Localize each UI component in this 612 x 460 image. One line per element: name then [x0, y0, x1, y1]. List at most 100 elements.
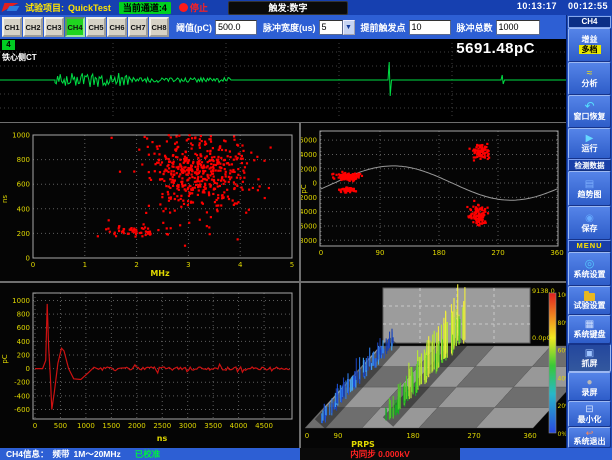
svg-text:-6000: -6000	[301, 222, 317, 230]
svg-text:20%: 20%	[558, 403, 567, 410]
system-settings-button[interactable]: ◎ 系统设置	[568, 252, 611, 286]
svg-text:180: 180	[432, 249, 445, 257]
svg-text:60%: 60%	[558, 348, 567, 355]
svg-text:1000: 1000	[77, 422, 95, 430]
screen-capture-button[interactable]: ▣ 抓屏	[568, 344, 611, 373]
svg-text:ns: ns	[157, 434, 168, 443]
elapsed-time: 00:12:55	[568, 1, 608, 11]
exit-icon: ↩	[586, 429, 594, 437]
save-icon: ◉	[585, 213, 594, 224]
svg-text:6000: 6000	[301, 137, 317, 145]
channel-button-ch1[interactable]: CH1	[2, 17, 22, 37]
clock: 10:13:17 00:12:55	[509, 1, 608, 11]
minimize-button[interactable]: ⊟ 最小化	[568, 401, 611, 427]
project-name: QuickTest	[68, 3, 111, 13]
play-icon: ▶	[586, 133, 594, 144]
svg-text:600: 600	[17, 324, 30, 332]
pretrigger-label: 提前触发点	[361, 21, 406, 34]
project-label: 试验项目:	[25, 1, 64, 14]
svg-text:2000: 2000	[128, 422, 146, 430]
run-button[interactable]: ▶ 运行	[568, 128, 611, 160]
screenshot-icon: ▣	[585, 348, 594, 359]
save-button[interactable]: ◉ 保存	[568, 206, 611, 240]
pretrigger-input[interactable]	[409, 20, 451, 35]
svg-text:180: 180	[406, 432, 419, 440]
gain-button[interactable]: 增益 多档	[568, 28, 611, 62]
sync-voltage-readout: 内同步 0.000kV	[300, 448, 460, 460]
svg-text:90: 90	[376, 249, 385, 257]
channel-button-ch2[interactable]: CH2	[23, 17, 43, 37]
svg-text:1000: 1000	[12, 132, 30, 140]
channel-info-label: CH4信息：	[6, 448, 49, 460]
svg-text:4500: 4500	[255, 422, 273, 430]
svg-text:2500: 2500	[153, 422, 171, 430]
svg-text:40%: 40%	[558, 375, 567, 382]
time-of-day: 10:13:17	[517, 1, 557, 11]
svg-text:-8000: -8000	[301, 237, 317, 245]
svg-text:270: 270	[467, 432, 480, 440]
threshold-input[interactable]	[215, 20, 257, 35]
folder-icon	[584, 293, 595, 301]
channel-number-badge: 4	[2, 40, 15, 50]
toolbar: CH1 CH2 CH3 CH4 CH5 CH6 CH7 CH8 阈值(pC) 脉…	[0, 15, 566, 39]
svg-text:1: 1	[83, 261, 87, 269]
system-exit-button[interactable]: ↩ 系统退出	[568, 427, 611, 448]
band-label: 频带	[53, 448, 70, 460]
svg-text:200: 200	[17, 230, 30, 238]
chevron-down-icon[interactable]: ▼	[343, 20, 355, 35]
svg-text:3: 3	[186, 261, 190, 269]
svg-text:80%: 80%	[558, 320, 567, 327]
minimize-icon: ⊟	[585, 404, 593, 415]
stop-indicator[interactable]: 停止	[179, 1, 208, 14]
trend-chart-button[interactable]: ▤ 趋势图	[568, 171, 611, 206]
restore-icon: ↶	[584, 101, 594, 112]
charge-reading: 5691.48pC	[456, 40, 535, 57]
svg-text:4000: 4000	[230, 422, 248, 430]
svg-text:-2000: -2000	[301, 194, 317, 202]
pulse-width-select[interactable]: 5 ▼	[319, 20, 355, 35]
calibrated-badge: 已校准	[135, 448, 161, 460]
stop-label: 停止	[190, 1, 208, 14]
svg-text:pC: pC	[301, 184, 308, 193]
pulse-width-value: 5	[319, 20, 343, 35]
svg-text:400: 400	[17, 338, 30, 346]
channel-button-ch4[interactable]: CH4	[65, 17, 85, 37]
svg-text:1500: 1500	[102, 422, 120, 430]
pulse-total-label: 脉冲总数	[457, 21, 493, 34]
gain-mode-badge: 多档	[579, 45, 601, 54]
svg-text:-4000: -4000	[301, 208, 317, 216]
trigger-mode-box[interactable]: 触发:数字	[228, 1, 348, 15]
record-icon: ●	[586, 377, 592, 388]
svg-text:0: 0	[26, 365, 30, 373]
analysis-button[interactable]: ≈ 分析	[568, 62, 611, 95]
svg-text:3500: 3500	[204, 422, 222, 430]
svg-text:360: 360	[523, 432, 536, 440]
svg-text:2: 2	[134, 261, 138, 269]
svg-text:5: 5	[290, 261, 294, 269]
svg-text:500: 500	[54, 422, 67, 430]
svg-text:800: 800	[17, 156, 30, 164]
channel-button-ch8[interactable]: CH8	[149, 17, 169, 37]
channel-button-ch3[interactable]: CH3	[44, 17, 64, 37]
svg-text:9138.0: 9138.0	[532, 287, 555, 295]
channel-button-ch5[interactable]: CH5	[86, 17, 106, 37]
channel-button-ch6[interactable]: CH6	[107, 17, 127, 37]
status-bar: CH4信息： 频带 1M～20MHz 已校准 内同步 0.000kV	[0, 448, 612, 460]
live-waveform-panel: 4 铁心侧CT 5691.48pC	[0, 39, 566, 122]
svg-text:600: 600	[17, 181, 30, 189]
stop-icon	[179, 3, 188, 12]
sensor-label: 铁心侧CT	[2, 52, 37, 63]
screen-record-button[interactable]: ● 录屏	[568, 372, 611, 401]
tf-map-chart: 02004006008001000012345nsMHz	[0, 123, 299, 281]
channel-button-ch7[interactable]: CH7	[128, 17, 148, 37]
test-settings-button[interactable]: 试验设置	[568, 286, 611, 315]
pd-analyzer-window: 试验项目: QuickTest 当前通道:4 停止 触发:数字 10:13:17…	[0, 0, 612, 460]
pulse-total-input[interactable]	[496, 20, 540, 35]
window-restore-button[interactable]: ↶ 窗口恢复	[568, 95, 611, 128]
system-keyboard-button[interactable]: ▦ 系统键盘	[568, 315, 611, 344]
svg-text:400: 400	[17, 205, 30, 213]
svg-text:-400: -400	[14, 392, 30, 400]
svg-text:90: 90	[334, 432, 343, 440]
globe-icon: ◎	[585, 259, 595, 270]
threshold-label: 阈值(pC)	[176, 21, 212, 34]
